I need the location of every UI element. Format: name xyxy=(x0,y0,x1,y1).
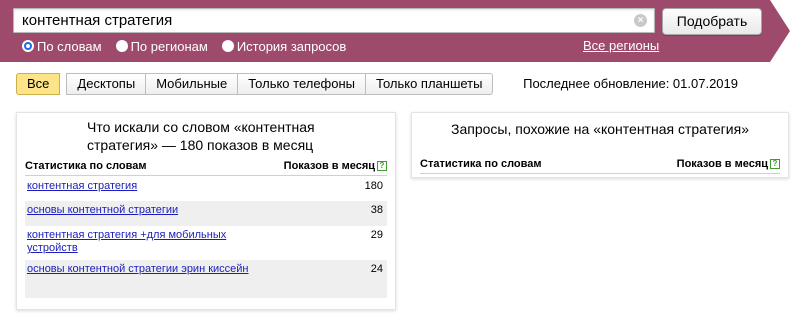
radio-label: По словам xyxy=(37,38,102,54)
search-mode-radios: По словам По регионам История запросов xyxy=(22,38,360,54)
word-stats-panel: Что искали со словом «контентная стратег… xyxy=(16,112,396,310)
col-stat-header: Статистика по словам xyxy=(25,160,147,172)
clear-icon[interactable]: × xyxy=(634,14,647,27)
column-headers: Статистика по словам Показов в месяц? xyxy=(420,158,780,174)
phrase-list: контентная стратегия 180 основы контентн… xyxy=(25,177,387,298)
tab-phones-only[interactable]: Только телефоны xyxy=(238,73,367,95)
search-input[interactable] xyxy=(14,9,634,32)
radio-label: История запросов xyxy=(236,38,347,54)
radio-unchecked-icon xyxy=(221,40,234,52)
shows-count: 29 xyxy=(370,229,383,241)
radio-unchecked-icon xyxy=(115,40,128,52)
help-icon[interactable]: ? xyxy=(377,161,387,171)
table-row: контентная стратегия +для мобильных устр… xyxy=(25,226,387,260)
shows-count: 180 xyxy=(364,180,383,192)
shows-count: 38 xyxy=(370,204,383,216)
radio-label: По регионам xyxy=(130,38,208,54)
phrase-link[interactable]: контентная стратегия xyxy=(27,180,277,197)
search-box: × xyxy=(13,8,655,33)
tab-tablets-only[interactable]: Только планшеты xyxy=(366,73,494,95)
tab-mobile[interactable]: Мобильные xyxy=(146,73,239,95)
table-row: основы контентной стратегии эрин киссейн… xyxy=(25,260,387,298)
table-row: контентная стратегия 180 xyxy=(25,177,387,201)
col-stat-header: Статистика по словам xyxy=(420,158,542,170)
tab-desktops[interactable]: Десктопы xyxy=(66,73,147,95)
search-button[interactable]: Подобрать xyxy=(662,8,762,35)
help-icon[interactable]: ? xyxy=(770,159,780,169)
search-header: × Подобрать По словам По регионам Истори… xyxy=(0,0,800,62)
column-headers: Статистика по словам Показов в месяц? xyxy=(25,160,387,176)
last-update: Последнее обновление: 01.07.2019 xyxy=(523,76,738,91)
radio-query-history[interactable]: История запросов xyxy=(221,38,347,54)
col-shows-label: Показов в месяц xyxy=(676,158,768,170)
device-tabs: Все Десктопы Мобильные Только телефоны Т… xyxy=(16,73,494,95)
table-row: основы контентной стратегии 38 xyxy=(25,201,387,226)
phrase-link[interactable]: основы контентной стратегии эрин киссейн xyxy=(27,263,277,294)
panel-title: Что искали со словом «контентная стратег… xyxy=(87,119,315,153)
all-regions-link[interactable]: Все регионы xyxy=(583,38,659,53)
radio-checked-icon xyxy=(22,40,34,52)
col-shows-label: Показов в месяц xyxy=(283,160,375,172)
radio-by-regions[interactable]: По регионам xyxy=(115,38,208,54)
shows-count: 24 xyxy=(370,263,383,275)
panel-title: Запросы, похожие на «контентная стратеги… xyxy=(451,121,749,137)
radio-by-words[interactable]: По словам xyxy=(22,39,102,54)
similar-queries-panel: Запросы, похожие на «контентная стратеги… xyxy=(411,112,789,178)
col-shows-header: Показов в месяц? xyxy=(284,160,387,175)
col-shows-header: Показов в месяц? xyxy=(677,158,780,173)
phrase-link[interactable]: основы контентной стратегии xyxy=(27,204,277,222)
tab-all[interactable]: Все xyxy=(16,73,61,95)
phrase-link[interactable]: контентная стратегия +для мобильных устр… xyxy=(27,229,277,256)
